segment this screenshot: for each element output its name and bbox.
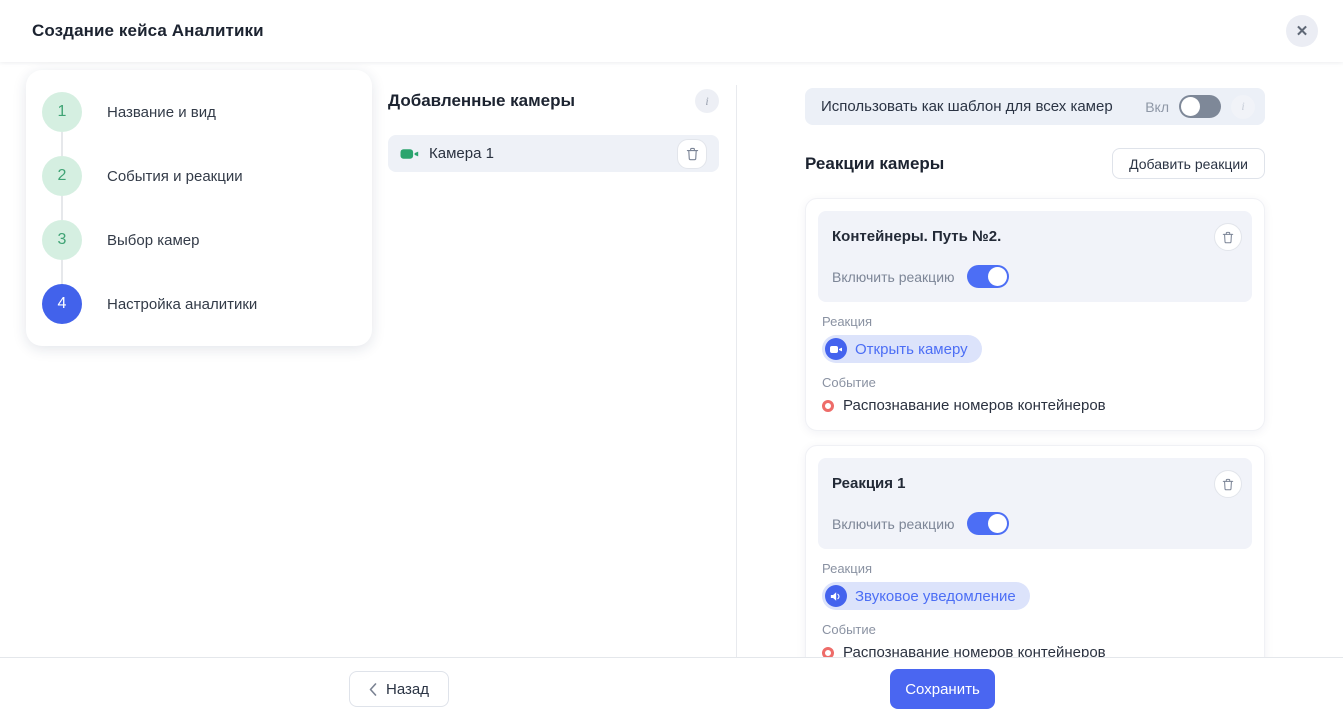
event-field-label: Событие (822, 622, 876, 637)
reaction-chip-label: Звуковое уведомление (855, 587, 1016, 605)
delete-reaction-button[interactable] (1214, 470, 1242, 498)
create-analytics-case-modal: Создание кейса Аналитики ✕ 1 Название и … (0, 0, 1343, 719)
wizard-step-camera-selection[interactable]: 3 Выбор камер (42, 220, 356, 260)
back-button-label: Назад (386, 680, 429, 698)
event-name: Распознавание номеров контейнеров (843, 397, 1106, 414)
reaction-chip-sound-notification[interactable]: Звуковое уведомление (822, 582, 1030, 610)
toggle-knob (987, 267, 1007, 286)
toggle-knob (987, 514, 1007, 533)
enable-reaction-label: Включить реакцию (832, 268, 955, 285)
step-connector (61, 260, 63, 284)
save-button[interactable]: Сохранить (890, 669, 995, 709)
step-number-badge-active: 4 (42, 284, 82, 324)
step-label: События и реакции (107, 167, 243, 185)
modal-title: Создание кейса Аналитики (32, 21, 264, 40)
step-connector (61, 132, 63, 156)
cameras-info-button[interactable]: i (695, 89, 719, 113)
wizard-step-analytics-settings[interactable]: 4 Настройка аналитики (42, 284, 356, 324)
modal-footer: Назад Сохранить (0, 657, 1343, 719)
delete-camera-button[interactable] (677, 138, 707, 169)
reaction-title: Реакция 1 (832, 475, 906, 492)
modal-content: 1 Название и вид 2 События и реакции 3 В… (0, 62, 1343, 678)
step-label: Настройка аналитики (107, 295, 258, 313)
template-toggle[interactable] (1179, 95, 1221, 118)
camera-settings-section: Использовать как шаблон для всех камер В… (805, 62, 1265, 678)
reaction-chip-open-camera[interactable]: Открыть камеру (822, 335, 982, 363)
reaction-chip-label: Открыть камеру (855, 340, 968, 358)
wizard-step-events-reactions[interactable]: 2 События и реакции (42, 156, 356, 196)
template-banner: Использовать как шаблон для всех камер В… (805, 88, 1265, 125)
reaction-title: Контейнеры. Путь №2. (832, 228, 1002, 245)
wizard-step-name-and-type[interactable]: 1 Название и вид (42, 92, 356, 132)
added-cameras-section: Добавленные камеры i Камера 1 (388, 62, 719, 172)
step-number-badge: 1 (42, 92, 82, 132)
enable-reaction-label: Включить реакцию (832, 515, 955, 532)
reaction-card: Контейнеры. Путь №2. Включить реакцию Ре… (805, 198, 1265, 431)
toggle-knob (1181, 97, 1200, 116)
template-info-button[interactable]: i (1231, 94, 1255, 119)
info-icon: i (705, 93, 709, 108)
camera-name: Камера 1 (429, 145, 494, 162)
column-divider (736, 85, 737, 657)
chevron-left-icon (369, 682, 377, 696)
step-label: Название и вид (107, 103, 216, 121)
speaker-icon (825, 585, 847, 607)
toggle-state-label: Вкл (1145, 98, 1169, 115)
delete-reaction-button[interactable] (1214, 223, 1242, 251)
trash-icon (1222, 231, 1234, 244)
reaction-field-label: Реакция (822, 561, 872, 576)
trash-icon (686, 147, 699, 161)
reaction-card: Реакция 1 Включить реакцию Реакция Звуко… (805, 445, 1265, 678)
reaction-card-header: Реакция 1 Включить реакцию (818, 458, 1252, 549)
close-button[interactable]: ✕ (1286, 15, 1318, 47)
wizard-steps-card: 1 Название и вид 2 События и реакции 3 В… (26, 70, 372, 346)
event-field-label: Событие (822, 375, 876, 390)
step-connector (61, 196, 63, 220)
camera-icon (825, 338, 847, 360)
enable-reaction-toggle[interactable] (966, 265, 1009, 288)
event-row: Распознавание номеров контейнеров (822, 397, 1252, 414)
add-reactions-button[interactable]: Добавить реакции (1112, 148, 1265, 179)
trash-icon (1222, 478, 1234, 491)
back-button[interactable]: Назад (349, 671, 449, 707)
step-number-badge: 3 (42, 220, 82, 260)
info-icon: i (1241, 99, 1245, 113)
camera-reactions-title: Реакции камеры (805, 153, 945, 173)
step-number-badge: 2 (42, 156, 82, 196)
camera-list-item: Камера 1 (388, 135, 719, 172)
reaction-card-header: Контейнеры. Путь №2. Включить реакцию (818, 211, 1252, 302)
step-label: Выбор камер (107, 231, 200, 249)
close-icon: ✕ (1295, 23, 1309, 40)
enable-reaction-toggle[interactable] (966, 512, 1009, 535)
template-banner-label: Использовать как шаблон для всех камер (821, 98, 1113, 115)
event-marker-icon (822, 399, 834, 412)
added-cameras-title: Добавленные камеры (388, 91, 576, 110)
reaction-field-label: Реакция (822, 314, 872, 329)
modal-header: Создание кейса Аналитики ✕ (0, 0, 1343, 62)
video-camera-icon (400, 147, 419, 161)
